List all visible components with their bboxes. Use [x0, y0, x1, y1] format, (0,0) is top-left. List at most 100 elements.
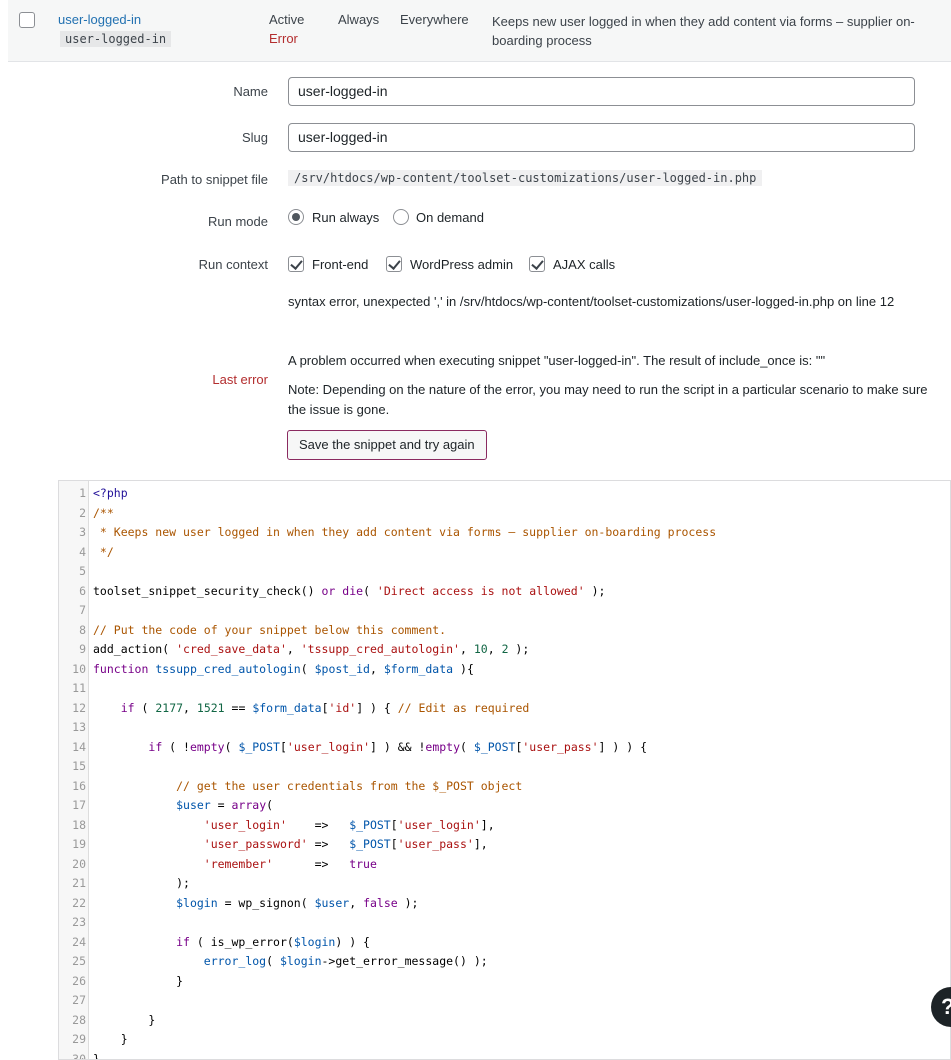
- error-note-message: Note: Depending on the nature of the err…: [288, 382, 928, 417]
- code-text: * Keeps new user logged in when they add…: [93, 525, 717, 539]
- name-input[interactable]: user-logged-in: [288, 77, 915, 106]
- on-demand-radio[interactable]: [393, 209, 409, 225]
- on-demand-label[interactable]: On demand: [416, 210, 484, 225]
- run-mode-value: Always: [338, 12, 380, 27]
- error-syntax-message: syntax error, unexpected ',' in /srv/htd…: [288, 294, 895, 309]
- code-text: */: [93, 544, 114, 559]
- code-text: error_log( $login->get_error_message() )…: [203, 954, 488, 968]
- line-number: 23: [72, 915, 86, 929]
- code-line: 29 }: [59, 1030, 950, 1050]
- code-line: 8 // Put the code of your snippet below t…: [59, 621, 950, 641]
- ajax-checkbox[interactable]: [529, 256, 545, 272]
- code-line: 4 */: [59, 543, 950, 563]
- code-text: }: [93, 1012, 156, 1027]
- run-always-radio[interactable]: [288, 209, 304, 225]
- code-line: 11: [59, 679, 950, 699]
- snippet-slug: user-logged-in: [60, 31, 172, 47]
- front-end-label[interactable]: Front-end: [312, 257, 368, 272]
- code-line: 9 add_action( 'cred_save_data', 'tssupp_c…: [59, 640, 950, 660]
- line-number: 20: [72, 856, 86, 871]
- slug-input[interactable]: user-logged-in: [288, 123, 915, 152]
- run-always-label[interactable]: Run always: [312, 210, 379, 225]
- code-line: 21 );: [59, 874, 950, 894]
- code-text: // Put the code of your snippet below th…: [93, 622, 447, 637]
- code-text: $user = array(: [176, 798, 274, 812]
- code-text: }: [93, 1051, 100, 1060]
- line-number: 11: [72, 681, 86, 695]
- code-text: );: [93, 876, 190, 890]
- line-number: 18: [72, 817, 86, 832]
- line-number: 9: [79, 642, 86, 656]
- line-number: 24: [72, 934, 86, 949]
- line-number: 22: [72, 895, 86, 910]
- row-select-checkbox[interactable]: [19, 12, 35, 28]
- code-text: }: [93, 973, 184, 988]
- code-line: 27: [59, 991, 950, 1011]
- code-text: if ( 2177, 1521 == $form_data['id'] ) { …: [120, 700, 530, 715]
- status-active: Active: [269, 12, 305, 27]
- front-end-checkbox[interactable]: [288, 256, 304, 272]
- name-label: Name: [233, 84, 268, 99]
- code-text: /**: [93, 505, 114, 520]
- line-number: 28: [72, 1012, 86, 1027]
- line-number: 2: [79, 505, 86, 520]
- snippet-path: /srv/htdocs/wp-content/toolset-customiza…: [288, 170, 763, 186]
- code-line: 5: [59, 562, 950, 582]
- code-line: 18 'user_login' => $_POST['user_login'],: [59, 816, 950, 836]
- snippet-title-link[interactable]: user-logged-in: [58, 12, 141, 27]
- code-line: 15: [59, 757, 950, 777]
- line-number: 19: [72, 837, 86, 851]
- last-error-label: Last error: [212, 372, 268, 387]
- slug-label: Slug: [241, 130, 268, 145]
- code-line: 19 'user_password' => $_POST['user_pass'…: [59, 835, 950, 855]
- run-context-label: Run context: [198, 257, 268, 272]
- code-text: if ( !empty( $_POST['user_login'] ) && !…: [148, 739, 648, 754]
- line-number: 16: [72, 778, 86, 793]
- line-number: 8: [79, 622, 86, 637]
- line-number: 13: [72, 720, 86, 734]
- line-number: 10: [72, 661, 86, 676]
- code-text: toolset_snippet_security_check() or die(…: [93, 583, 606, 598]
- code-line: 1 <?php: [59, 484, 950, 504]
- code-text: }: [93, 1032, 128, 1046]
- code-editor[interactable]: 1 <?php 2 /** 3 * Keeps new user logged in…: [58, 480, 951, 1060]
- code-line: 26 }: [59, 972, 950, 992]
- line-number: 17: [72, 798, 86, 812]
- code-text: // get the user credentials from the $_P…: [176, 778, 523, 793]
- line-number: 4: [79, 544, 86, 559]
- code-line: 22 $login = wp_signon( $user, false );: [59, 894, 950, 914]
- line-number: 25: [72, 954, 86, 968]
- wp-admin-checkbox[interactable]: [386, 256, 402, 272]
- code-line: 30}: [59, 1050, 950, 1060]
- code-text: 'user_password' => $_POST['user_pass'],: [203, 837, 488, 851]
- ajax-label[interactable]: AJAX calls: [553, 257, 615, 272]
- code-line: 7: [59, 601, 950, 621]
- code-line: 17 $user = array(: [59, 796, 950, 816]
- line-number: 1: [79, 486, 86, 500]
- snippet-row[interactable]: user-logged-in user-logged-in Active Err…: [8, 0, 951, 62]
- code-line: 13: [59, 718, 950, 738]
- status-error: Error: [269, 31, 298, 46]
- code-line: 20 'remember' => true: [59, 855, 950, 875]
- line-number: 7: [79, 603, 86, 617]
- error-problem-message: A problem occurred when executing snippe…: [288, 353, 826, 368]
- wp-admin-label[interactable]: WordPress admin: [410, 257, 513, 272]
- code-text: function tssupp_cred_autologin( $post_id…: [93, 661, 474, 676]
- line-number: 14: [72, 739, 86, 754]
- line-number: 15: [72, 759, 86, 773]
- snippet-description: Keeps new user logged in when they add c…: [492, 14, 915, 48]
- code-line: 25 error_log( $login->get_error_message(…: [59, 952, 950, 972]
- line-number: 12: [72, 700, 86, 715]
- line-number: 30: [72, 1051, 86, 1060]
- code-text: 'remember' => true: [203, 856, 377, 871]
- editor-lines: 1 <?php 2 /** 3 * Keeps new user logged in…: [59, 484, 950, 1060]
- run-mode-label: Run mode: [208, 214, 268, 229]
- code-text: <?php: [93, 486, 128, 500]
- code-line: 28 }: [59, 1011, 950, 1031]
- line-number: 27: [72, 993, 86, 1007]
- run-context-value: Everywhere: [400, 12, 469, 27]
- save-snippet-retry-button[interactable]: Save the snippet and try again: [287, 430, 487, 460]
- code-line: 2 /**: [59, 504, 950, 524]
- code-line: 14 if ( !empty( $_POST['user_login'] ) &…: [59, 738, 950, 758]
- code-text: add_action( 'cred_save_data', 'tssupp_cr…: [93, 642, 530, 656]
